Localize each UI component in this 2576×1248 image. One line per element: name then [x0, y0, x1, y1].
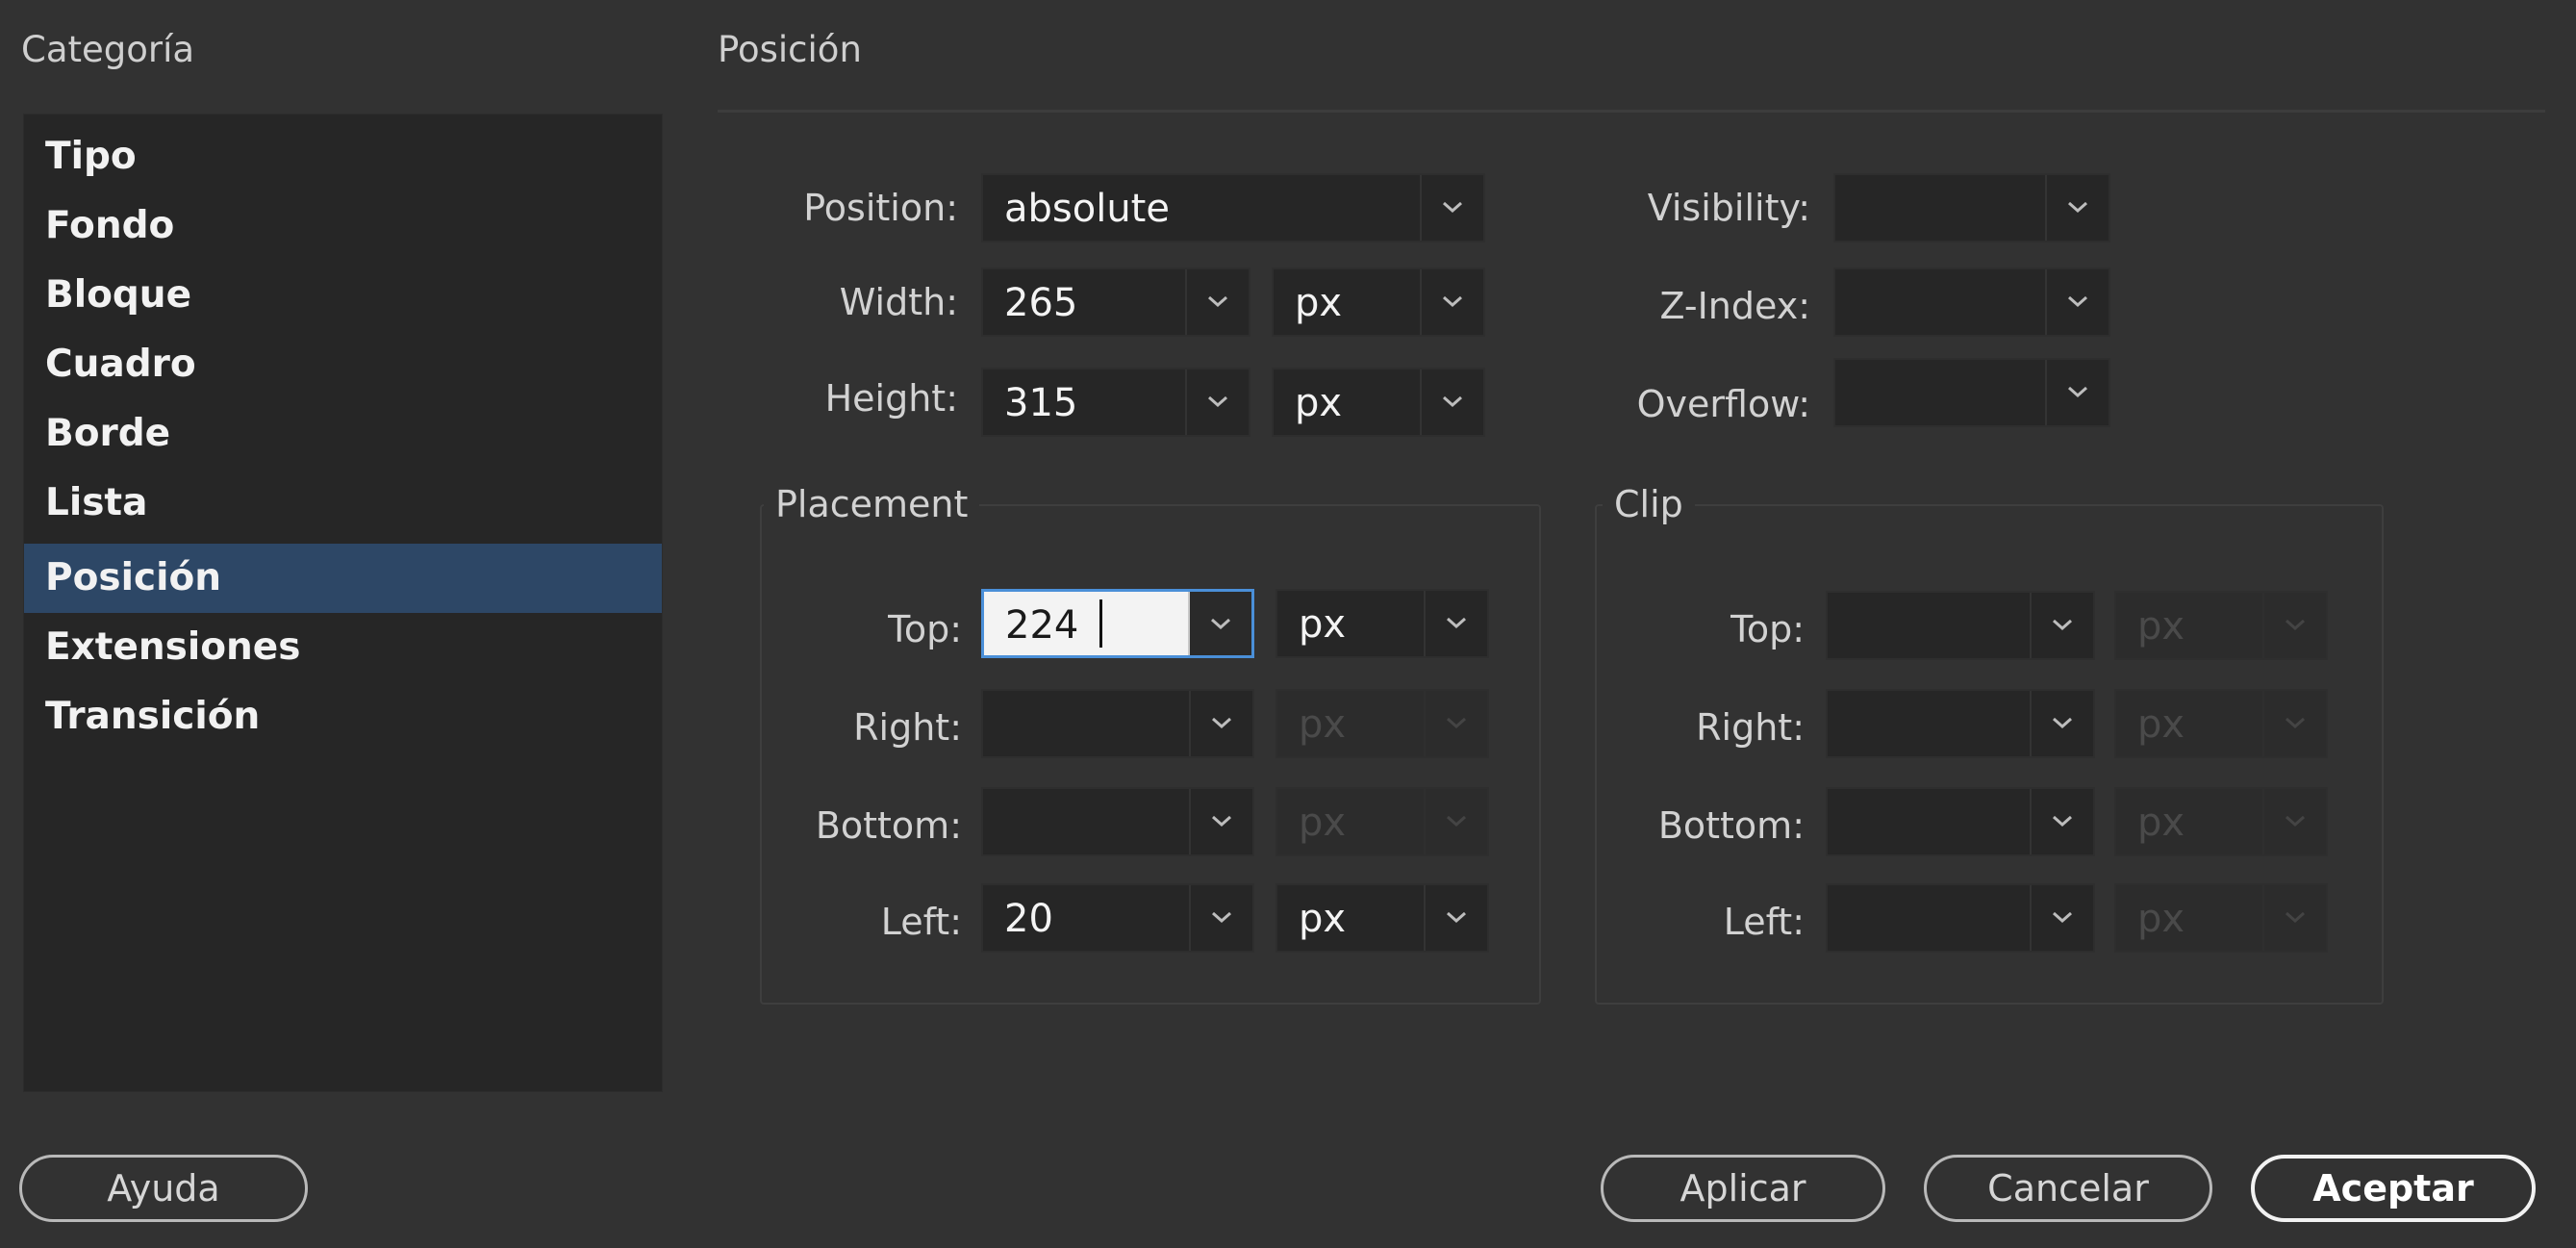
placement-left-unit: px: [1299, 897, 1347, 941]
chevron-down-icon[interactable]: [1420, 175, 1483, 241]
chevron-down-icon[interactable]: [1424, 885, 1487, 951]
chevron-down-icon[interactable]: [1420, 269, 1483, 335]
placement-top-input[interactable]: 224: [981, 589, 1254, 658]
chevron-down-icon: [2262, 885, 2326, 951]
placement-top-unit: px: [1299, 602, 1347, 647]
category-item-extensiones[interactable]: Extensiones: [24, 613, 662, 682]
chevron-down-icon[interactable]: [2045, 269, 2109, 335]
chevron-down-icon[interactable]: [1188, 592, 1251, 655]
placement-top-unit-select[interactable]: px: [1275, 589, 1489, 658]
overflow-label: Overflow:: [1636, 383, 1810, 425]
height-label: Height:: [824, 377, 958, 420]
chevron-down-icon[interactable]: [2045, 360, 2109, 425]
category-item-bloque[interactable]: Bloque: [24, 261, 662, 330]
clip-bottom-unit: px: [2137, 801, 2185, 845]
chevron-down-icon[interactable]: [2030, 885, 2093, 951]
placement-left-input[interactable]: 20: [981, 883, 1254, 953]
placement-right-input[interactable]: [981, 689, 1254, 758]
chevron-down-icon[interactable]: [2045, 175, 2109, 241]
position-value: absolute: [1004, 187, 1170, 231]
category-item-posicion[interactable]: Posición: [24, 544, 662, 613]
zindex-input[interactable]: [1833, 267, 2110, 337]
placement-right-unit-select: px: [1275, 689, 1489, 758]
placement-top-value: 224: [1005, 603, 1079, 648]
clip-right-label: Right:: [1696, 706, 1805, 749]
placement-left-value: 20: [1004, 897, 1053, 941]
clip-bottom-unit-select: px: [2114, 787, 2328, 856]
height-input[interactable]: 315: [981, 368, 1250, 437]
chevron-down-icon[interactable]: [2030, 593, 2093, 658]
clip-right-input[interactable]: [1826, 689, 2095, 758]
height-unit-select[interactable]: px: [1272, 368, 1485, 437]
clip-right-unit-select: px: [2114, 689, 2328, 758]
text-caret: [1099, 599, 1102, 648]
chevron-down-icon[interactable]: [1189, 691, 1252, 756]
chevron-down-icon: [1424, 691, 1487, 756]
chevron-down-icon: [2262, 691, 2326, 756]
category-item-fondo[interactable]: Fondo: [24, 191, 662, 261]
chevron-down-icon[interactable]: [1185, 269, 1249, 335]
ok-button[interactable]: Aceptar: [2251, 1155, 2536, 1222]
category-list: Tipo Fondo Bloque Cuadro Borde Lista Pos…: [23, 114, 663, 1092]
width-label: Width:: [839, 281, 958, 323]
chevron-down-icon[interactable]: [1189, 789, 1252, 854]
clip-left-input[interactable]: [1826, 883, 2095, 953]
clip-top-input[interactable]: [1826, 591, 2095, 660]
placement-left-label: Left:: [880, 901, 962, 943]
placement-title: Placement: [764, 483, 980, 525]
help-button[interactable]: Ayuda: [19, 1155, 308, 1222]
chevron-down-icon[interactable]: [2030, 789, 2093, 854]
visibility-label: Visibility:: [1647, 187, 1810, 229]
clip-top-unit-select: px: [2114, 591, 2328, 660]
chevron-down-icon: [2262, 789, 2326, 854]
clip-bottom-input[interactable]: [1826, 787, 2095, 856]
category-item-borde[interactable]: Borde: [24, 399, 662, 469]
category-item-tipo[interactable]: Tipo: [24, 122, 662, 191]
chevron-down-icon[interactable]: [1189, 885, 1252, 951]
clip-bottom-label: Bottom:: [1657, 804, 1805, 847]
clip-left-unit-select: px: [2114, 883, 2328, 953]
placement-bottom-label: Bottom:: [815, 804, 962, 847]
placement-right-unit: px: [1299, 702, 1347, 747]
cancel-button[interactable]: Cancelar: [1924, 1155, 2212, 1222]
placement-top-label: Top:: [888, 608, 962, 650]
category-item-lista[interactable]: Lista: [24, 469, 662, 538]
chevron-down-icon[interactable]: [1185, 369, 1249, 435]
category-item-cuadro[interactable]: Cuadro: [24, 330, 662, 399]
clip-top-label: Top:: [1730, 608, 1805, 650]
category-item-transicion[interactable]: Transición: [24, 682, 662, 751]
height-unit: px: [1295, 381, 1343, 425]
chevron-down-icon[interactable]: [1424, 591, 1487, 656]
placement-bottom-unit: px: [1299, 801, 1347, 845]
position-label: Position:: [803, 187, 958, 229]
clip-left-label: Left:: [1723, 901, 1805, 943]
zindex-label: Z-Index:: [1659, 285, 1811, 327]
height-value: 315: [1004, 381, 1078, 425]
width-unit-select[interactable]: px: [1272, 267, 1485, 337]
panel-title: Posición: [718, 29, 862, 70]
placement-bottom-input[interactable]: [981, 787, 1254, 856]
overflow-select[interactable]: [1833, 358, 2110, 427]
position-select[interactable]: absolute: [981, 173, 1485, 242]
width-value: 265: [1004, 281, 1078, 325]
chevron-down-icon: [2262, 593, 2326, 658]
chevron-down-icon[interactable]: [1420, 369, 1483, 435]
chevron-down-icon[interactable]: [2030, 691, 2093, 756]
apply-button[interactable]: Aplicar: [1601, 1155, 1885, 1222]
clip-top-unit: px: [2137, 604, 2185, 649]
width-input[interactable]: 265: [981, 267, 1250, 337]
panel-divider: [718, 110, 2545, 113]
visibility-select[interactable]: [1833, 173, 2110, 242]
clip-right-unit: px: [2137, 702, 2185, 747]
width-unit: px: [1295, 281, 1343, 325]
placement-right-label: Right:: [853, 706, 962, 749]
category-heading: Categoría: [21, 29, 195, 70]
chevron-down-icon: [1424, 789, 1487, 854]
clip-title: Clip: [1603, 483, 1695, 525]
clip-left-unit: px: [2137, 897, 2185, 941]
placement-left-unit-select[interactable]: px: [1275, 883, 1489, 953]
placement-bottom-unit-select: px: [1275, 787, 1489, 856]
